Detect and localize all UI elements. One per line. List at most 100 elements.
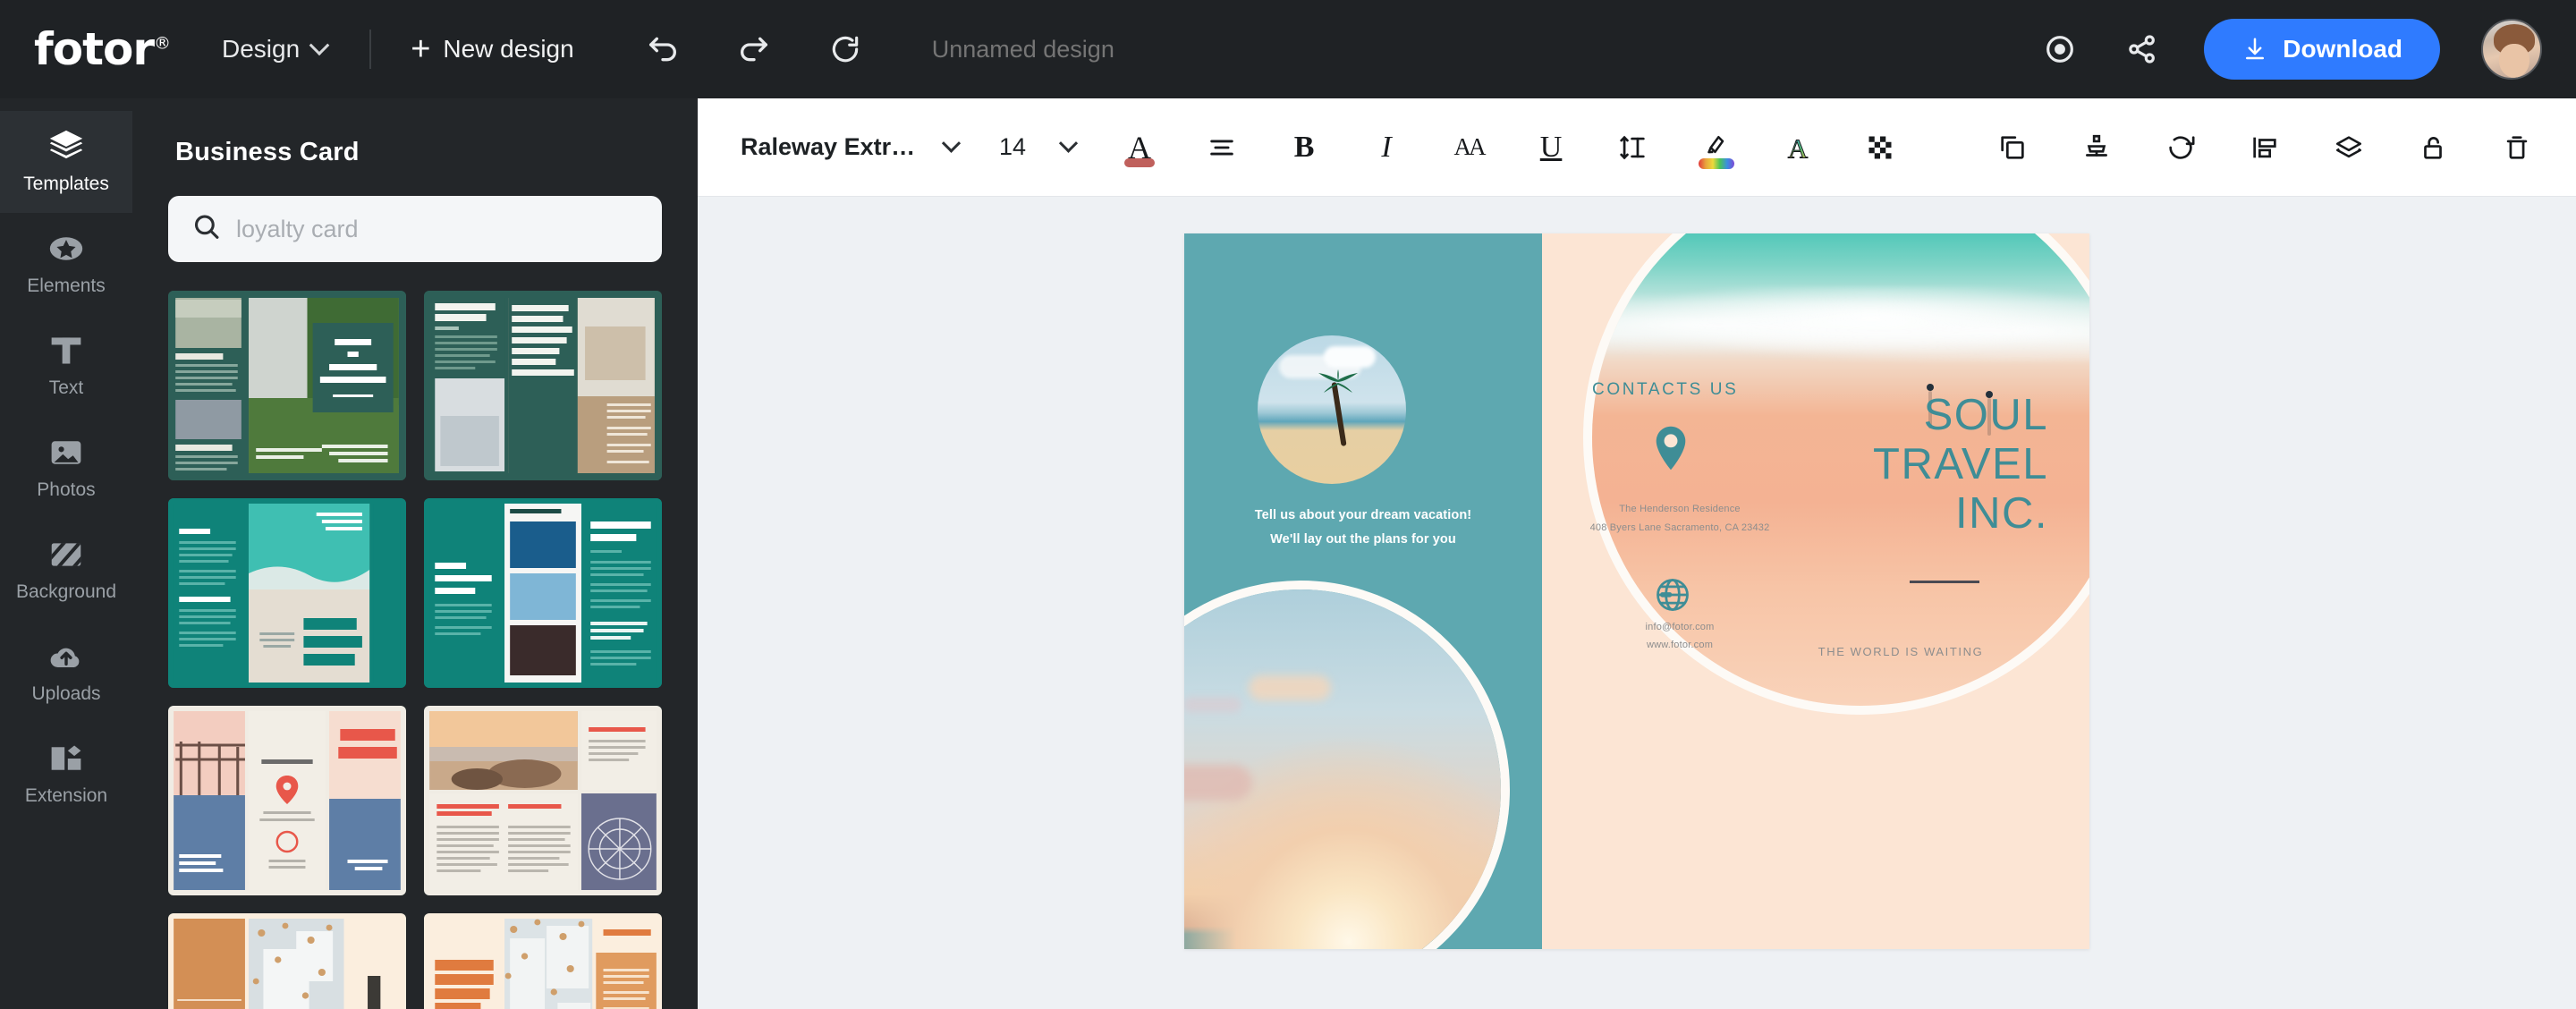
template-thumbnail[interactable]	[168, 706, 406, 895]
sidebar-item-label: Uploads	[31, 683, 101, 704]
document-name-input[interactable]	[931, 35, 1308, 64]
checkerboard-icon	[1868, 136, 1892, 158]
layers-button[interactable]	[2324, 123, 2374, 173]
italic-button[interactable]: I	[1361, 123, 1411, 173]
template-preview-origin-travel	[168, 706, 406, 895]
font-size-select[interactable]: 14	[999, 133, 1079, 161]
align-button[interactable]	[1197, 123, 1247, 173]
sidebar-item-photos[interactable]: Photos	[0, 417, 132, 519]
text-format-buttons: A B I AA U A	[1114, 123, 1905, 173]
bold-button[interactable]: B	[1279, 123, 1329, 173]
layers-stack-icon	[2335, 135, 2362, 157]
template-preview-ultimate-list	[424, 498, 662, 688]
stamp-icon	[2086, 134, 2107, 157]
template-preview-see-the-world	[424, 913, 662, 1009]
divider-rule	[1910, 581, 1979, 583]
text-toolbar: Raleway ExtraB... 14 A B I AA U A	[698, 98, 2576, 197]
palm-leaves	[1318, 369, 1358, 393]
align-center-icon	[1210, 140, 1233, 155]
search-box	[168, 196, 662, 262]
plus-icon: +	[411, 30, 431, 68]
sidebar-item-extension[interactable]: Extension	[0, 723, 132, 825]
card-left-panel: Tell us about your dream vacation! We'll…	[1184, 233, 1542, 949]
delete-button[interactable]	[2492, 123, 2542, 173]
tagline-line-2: We'll lay out the plans for you	[1270, 531, 1456, 547]
editor-area: Raleway ExtraB... 14 A B I AA U A Tell u…	[698, 98, 2576, 1009]
palm-tree-photo[interactable]	[1258, 335, 1406, 484]
card-tagline-text[interactable]: Tell us about your dream vacation! We'll…	[1184, 504, 1542, 552]
text-gradient-button[interactable]: A	[1773, 123, 1823, 173]
line-height-button[interactable]	[1608, 123, 1658, 173]
gradient-letter-icon: A	[1787, 132, 1809, 163]
sunset-photo[interactable]	[1184, 581, 1510, 949]
top-bar-right-actions: Download	[2039, 19, 2542, 80]
logo-registered-mark: ®	[154, 33, 171, 54]
chevron-down-icon	[309, 35, 330, 56]
left-rail: Templates Elements Text Photos Backgroun…	[0, 98, 132, 1009]
sidebar-item-elements[interactable]: Elements	[0, 213, 132, 315]
sidebar-item-uploads[interactable]: Uploads	[0, 621, 132, 723]
lock-button[interactable]	[2408, 123, 2458, 173]
refresh-icon[interactable]	[825, 29, 866, 70]
avatar[interactable]	[2481, 19, 2542, 80]
cloud-upload-icon	[50, 648, 80, 667]
template-thumbnail[interactable]	[168, 291, 406, 480]
font-family-select[interactable]: Raleway ExtraB...	[741, 133, 962, 161]
rotate-icon	[2169, 135, 2195, 159]
sidebar-item-label: Templates	[23, 174, 109, 194]
sidebar-item-text[interactable]: Text	[0, 315, 132, 417]
template-thumbnail[interactable]	[424, 498, 662, 688]
download-button[interactable]: Download	[2204, 19, 2440, 80]
template-preview-get-in-touch	[168, 913, 406, 1009]
sidebar-item-background[interactable]: Background	[0, 519, 132, 621]
chevron-down-icon	[1058, 133, 1079, 153]
star-badge-icon	[49, 237, 83, 260]
align-objects-button[interactable]	[2240, 123, 2290, 173]
share-icon[interactable]	[2122, 29, 2163, 70]
brand-name[interactable]: SOUL TRAVEL INC.	[1753, 391, 2048, 538]
template-preview-summer-travels	[168, 498, 406, 688]
email-text: info@fotor.com	[1645, 622, 1715, 632]
text-color-button[interactable]: A	[1114, 123, 1165, 173]
redo-icon[interactable]	[733, 29, 775, 70]
replace-button[interactable]	[2156, 123, 2206, 173]
object-action-buttons	[1987, 123, 2542, 173]
fotor-logo[interactable]: fotor®	[34, 23, 171, 75]
brand-tagline[interactable]: THE WORLD IS WAITING	[1744, 645, 2057, 658]
extension-icon	[51, 745, 81, 770]
unlock-icon	[2424, 136, 2442, 159]
align-left-objects-icon	[2253, 137, 2276, 157]
trash-icon	[2506, 135, 2528, 159]
template-preview-collect-memories	[424, 706, 662, 895]
top-bar: fotor® Design + New design Unnamed desig…	[0, 0, 2576, 98]
main-body: Templates Elements Text Photos Backgroun…	[0, 98, 2576, 1009]
template-thumbnail[interactable]	[168, 913, 406, 1009]
canvas-area: Tell us about your dream vacation! We'll…	[698, 197, 2576, 1009]
text-t-icon	[51, 337, 81, 364]
duplicate-button[interactable]	[1987, 123, 2038, 173]
preview-eye-icon[interactable]	[2039, 29, 2080, 70]
sidebar-item-label: Background	[15, 581, 117, 602]
location-pin-icon	[1651, 425, 1690, 476]
design-menu-button[interactable]: Design	[222, 35, 330, 64]
format-painter-button[interactable]	[2072, 123, 2122, 173]
underline-button[interactable]: U	[1526, 123, 1576, 173]
design-card[interactable]: Tell us about your dream vacation! We'll…	[1184, 233, 2089, 949]
sidebar-item-templates[interactable]: Templates	[0, 111, 132, 213]
template-thumbnail[interactable]	[424, 291, 662, 480]
text-effects-button[interactable]	[1690, 123, 1741, 173]
new-design-button[interactable]: + New design	[411, 30, 574, 68]
font-case-button[interactable]: AA	[1444, 123, 1494, 173]
card-right-panel: CONTACTS US The Henderson Residence 408 …	[1542, 233, 2089, 949]
template-thumbnail[interactable]	[424, 913, 662, 1009]
photo-icon	[51, 441, 81, 464]
transparency-button[interactable]	[1855, 123, 1905, 173]
templates-panel: Business Card	[132, 98, 698, 1009]
download-icon	[2246, 38, 2265, 60]
undo-icon[interactable]	[642, 29, 683, 70]
text-color-swatch	[1124, 157, 1156, 167]
template-thumbnail[interactable]	[168, 498, 406, 688]
search-input[interactable]	[168, 196, 662, 262]
pen-effects-icon	[1707, 135, 1724, 153]
template-thumbnail[interactable]	[424, 706, 662, 895]
